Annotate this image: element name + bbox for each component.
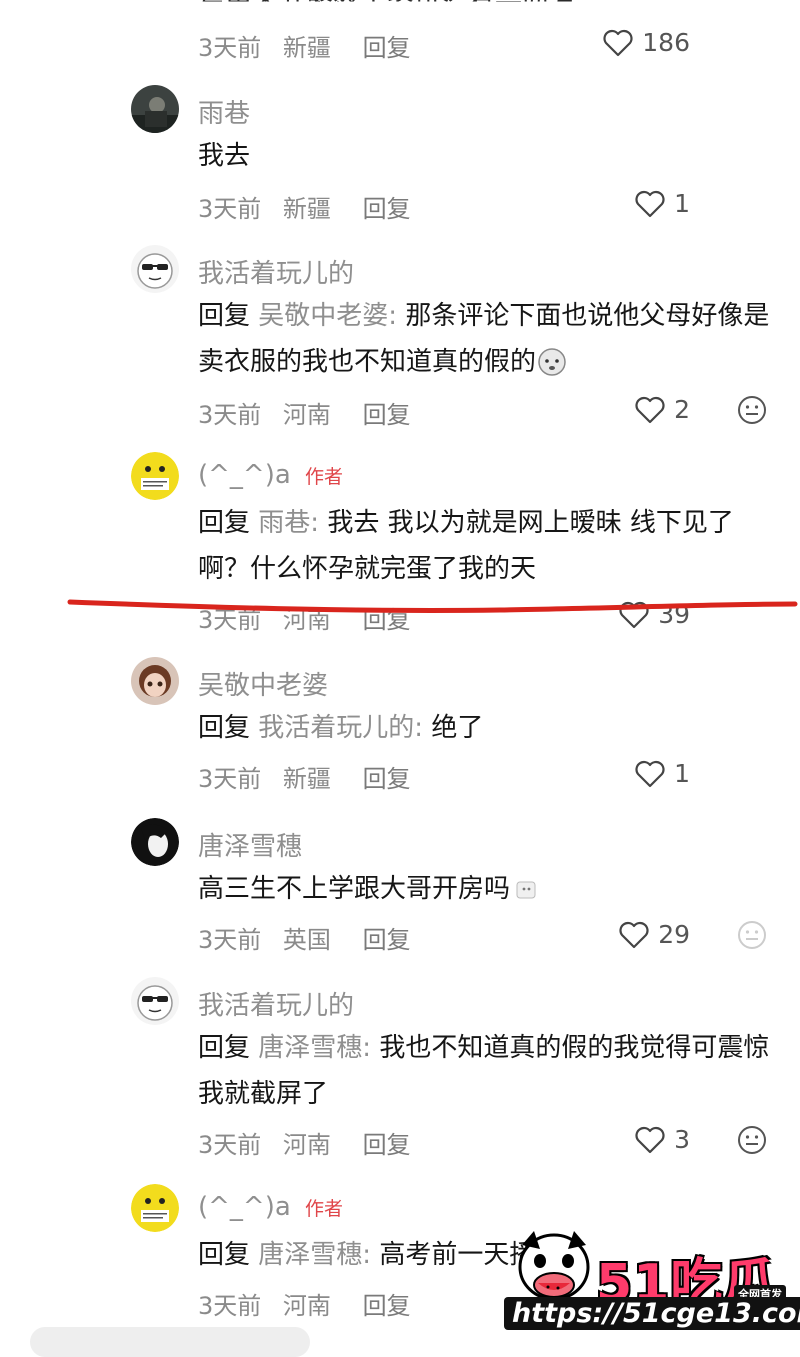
comment-meta: 3天前 河南 回复: [198, 1286, 425, 1321]
like-count: 1: [674, 759, 690, 788]
comment-meta: 3天前 英国 回复: [198, 920, 425, 955]
reply-target[interactable]: 唐泽雪穗:: [258, 1240, 371, 1270]
reply-prefix: 回复: [198, 508, 251, 538]
like-count: 1: [674, 189, 690, 218]
comment-time: 3天前: [198, 401, 262, 429]
emoji-reaction-icon[interactable]: [737, 1125, 767, 1155]
comment-location: 河南: [282, 401, 331, 429]
comment-body: 回复 唐泽雪穗: 我也不知道真的假的我觉得可震惊我就截屏了: [198, 1025, 778, 1117]
heart-icon: [635, 190, 665, 217]
like-button[interactable]: 186: [602, 28, 690, 57]
user-avatar-doll: [131, 657, 179, 705]
heart-icon: [635, 1126, 665, 1153]
comment-body: 回复 我活着玩儿的: 绝了: [198, 705, 778, 751]
cut-off-comment-text: 与曾木开警察工资可没有一两万吴: [198, 0, 603, 20]
like-count: 186: [642, 28, 690, 57]
reply-target[interactable]: 唐泽雪穗:: [258, 1033, 371, 1063]
comment-body: 回复 吴敬中老婆: 那条评论下面也说他父母好像是卖衣服的我也不知道真的假的: [198, 293, 778, 385]
red-marker-underline: [67, 599, 798, 613]
reply-prefix: 回复: [198, 1240, 251, 1270]
heart-icon: [603, 29, 633, 56]
comment-time: 3天前: [198, 1292, 262, 1320]
comment-text: 高三生不上学跟大哥开房吗: [198, 874, 511, 904]
watermark-url: https://51cge13.com: [504, 1297, 800, 1330]
comment-text: 我去: [198, 141, 251, 171]
reply-button[interactable]: 回复: [363, 926, 411, 954]
like-button[interactable]: 29: [618, 920, 690, 949]
comment-time: 3天前: [198, 195, 262, 223]
heart-icon: [619, 921, 649, 948]
like-count: 3: [674, 1125, 690, 1154]
user-avatar-smiley: [131, 1184, 179, 1232]
comment-time: 3天前: [198, 765, 262, 793]
comment-location: 河南: [282, 1131, 331, 1159]
user-avatar-cartoon: [131, 245, 179, 293]
comment-username[interactable]: (^_^)a: [198, 460, 291, 490]
reply-target[interactable]: 吴敬中老婆:: [258, 301, 397, 331]
like-button[interactable]: 3: [634, 1125, 690, 1154]
comment-meta: 3天前 河南 回复: [198, 1125, 425, 1160]
comment-body: 我去: [198, 133, 778, 179]
avatar[interactable]: [131, 818, 179, 866]
reply-prefix: 回复: [198, 301, 251, 331]
comment-location: 新疆: [282, 765, 331, 793]
heart-icon: [635, 760, 665, 787]
user-avatar-smiley: [131, 452, 179, 500]
user-avatar-sketch: [131, 818, 179, 866]
reply-button[interactable]: 回复: [363, 34, 411, 62]
sweat-emoji-icon: [538, 348, 566, 376]
comment-text: 绝了: [431, 713, 484, 743]
comment-username[interactable]: (^_^)a: [198, 1192, 291, 1222]
like-button[interactable]: 2: [634, 395, 690, 424]
author-badge: 作者: [305, 1198, 344, 1220]
comment-time: 3天前: [198, 1131, 262, 1159]
user-avatar-photo: [131, 85, 179, 133]
comment-username[interactable]: 我活着玩儿的: [198, 985, 354, 1022]
avatar[interactable]: [131, 1184, 179, 1232]
comment-username[interactable]: 唐泽雪穗: [198, 826, 302, 863]
reply-target[interactable]: 雨巷:: [258, 508, 319, 538]
comment-time: 3天前: [198, 34, 262, 62]
comment-username[interactable]: 吴敬中老婆: [198, 665, 328, 702]
emoji-reaction-icon[interactable]: [737, 395, 767, 425]
site-watermark: 51吃瓜 全网首发 https://51cge13.com: [500, 1225, 800, 1340]
reply-target[interactable]: 我活着玩儿的:: [258, 713, 423, 743]
reply-button[interactable]: 回复: [363, 1131, 411, 1159]
like-button[interactable]: 1: [634, 759, 690, 788]
avatar[interactable]: [131, 245, 179, 293]
comment-username[interactable]: 雨巷: [198, 93, 250, 130]
comment-body: 高三生不上学跟大哥开房吗: [198, 866, 778, 912]
avatar[interactable]: [131, 452, 179, 500]
reply-prefix: 回复: [198, 713, 251, 743]
sticker-emoji-icon: [516, 881, 536, 899]
like-count: 29: [658, 920, 690, 949]
comment-username[interactable]: 我活着玩儿的: [198, 253, 354, 290]
emoji-reaction-icon[interactable]: [737, 920, 767, 950]
like-count: 2: [674, 395, 690, 424]
reply-button[interactable]: 回复: [363, 765, 411, 793]
reply-button[interactable]: 回复: [363, 195, 411, 223]
comment-location: 新疆: [282, 195, 331, 223]
comment-meta: 3天前 河南 回复: [198, 395, 425, 430]
avatar[interactable]: [131, 657, 179, 705]
comment-meta: 3天前 新疆 回复: [198, 189, 425, 224]
reply-button[interactable]: 回复: [363, 1292, 411, 1320]
reply-button[interactable]: 回复: [363, 401, 411, 429]
comment-location: 新疆: [282, 34, 331, 62]
reply-prefix: 回复: [198, 1033, 251, 1063]
avatar[interactable]: [131, 977, 179, 1025]
comment-meta: 3天前 新疆 回复: [198, 759, 425, 794]
comment-location: 英国: [282, 926, 331, 954]
user-avatar-cartoon: [131, 977, 179, 1025]
comment-time: 3天前: [198, 926, 262, 954]
avatar[interactable]: [131, 85, 179, 133]
comment-meta: 3天前 新疆 回复: [198, 28, 425, 63]
comment-body: 回复 雨巷: 我去 我以为就是网上暧昧 线下见了啊？什么怀孕就完蛋了我的天: [198, 500, 778, 592]
comment-input-bar[interactable]: [30, 1327, 310, 1357]
comment-location: 河南: [282, 1292, 331, 1320]
author-badge: 作者: [305, 466, 344, 488]
like-button[interactable]: 1: [634, 189, 690, 218]
heart-icon: [635, 396, 665, 423]
